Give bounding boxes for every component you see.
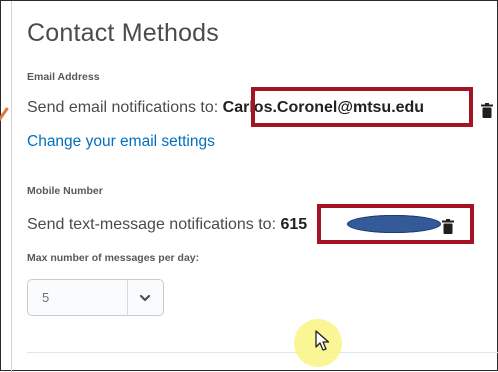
- text-notification-line: Send text-message notifications to: 615: [27, 216, 307, 234]
- max-messages-selected-value: 5: [42, 290, 50, 305]
- email-address-label: Email Address: [27, 71, 100, 83]
- email-notification-prefix: Send email notifications to:: [27, 99, 223, 116]
- left-rule: [11, 1, 12, 372]
- trash-icon[interactable]: [442, 219, 454, 234]
- select-divider: [127, 280, 128, 315]
- page-title: Contact Methods: [27, 19, 219, 47]
- section-separator: [27, 352, 498, 353]
- email-highlight-box: [251, 87, 473, 127]
- chevron-down-icon[interactable]: [138, 292, 152, 304]
- max-messages-label: Max number of messages per day:: [27, 252, 200, 264]
- trash-icon[interactable]: [481, 103, 493, 118]
- text-notification-prefix: Send text-message notifications to:: [27, 216, 281, 233]
- mouse-cursor-icon: [315, 330, 330, 351]
- change-email-settings-link[interactable]: Change your email settings: [27, 133, 215, 151]
- mobile-number-label: Mobile Number: [27, 185, 103, 197]
- max-messages-select[interactable]: 5: [27, 279, 164, 316]
- screenshot-frame: Contact Methods Email Address Send email…: [0, 0, 498, 372]
- edge-annotation-mark: [0, 107, 9, 122]
- mobile-number-value: 615: [280, 216, 308, 233]
